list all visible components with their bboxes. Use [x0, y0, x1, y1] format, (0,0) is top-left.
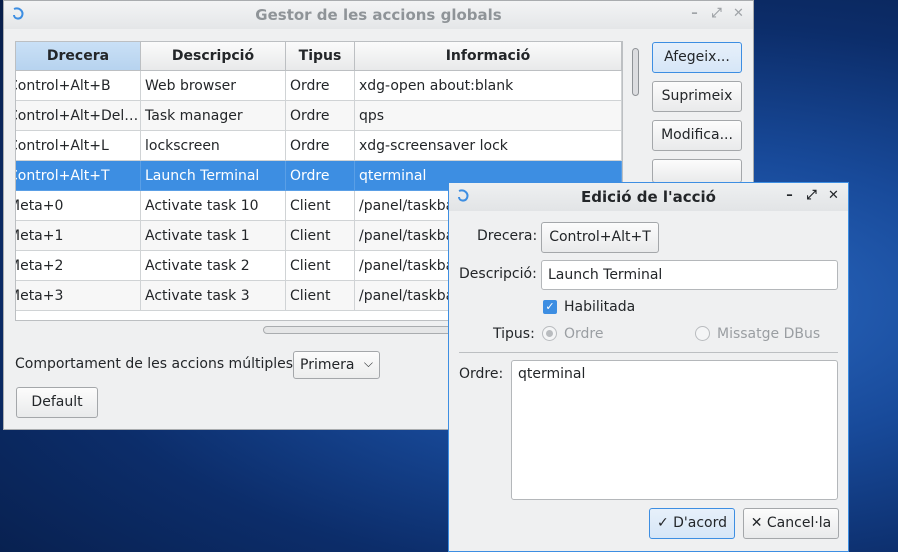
- column-header-type[interactable]: Tipus: [286, 42, 355, 71]
- horizontal-scroll-thumb[interactable]: [263, 326, 465, 334]
- command-textarea[interactable]: qterminal: [511, 360, 838, 500]
- cell-shortcut: Control+Alt+L: [16, 131, 141, 161]
- cell-info: xdg-open about:blank: [355, 71, 622, 101]
- more-button[interactable]: [652, 159, 742, 183]
- cell-description: Task manager: [141, 101, 286, 131]
- vertical-scroll-thumb[interactable]: [632, 48, 639, 96]
- shortcut-button[interactable]: Control+Alt+T: [541, 222, 659, 253]
- type-label: Tipus:: [493, 326, 535, 342]
- table-row[interactable]: Control+Alt+L lockscreen Ordre xdg-screensa…: [16, 131, 622, 161]
- multiple-actions-label: Comportament de les accions múltiples:: [15, 356, 298, 372]
- description-label: Descripció:: [459, 266, 537, 282]
- column-header-shortcut[interactable]: Drecera: [16, 42, 141, 71]
- maximize-icon[interactable]: ⤢: [710, 7, 723, 21]
- cell-type: Ordre: [286, 161, 355, 191]
- cell-description: Launch Terminal: [141, 161, 286, 191]
- cancel-x-icon: ✕: [750, 515, 763, 531]
- add-button[interactable]: Afegeix...: [652, 42, 742, 73]
- enabled-label: Habilitada: [564, 299, 636, 315]
- cell-type: Ordre: [286, 131, 355, 161]
- cell-type: Ordre: [286, 71, 355, 101]
- close-icon[interactable]: ✕: [827, 189, 840, 203]
- table-horizontal-scrollbar[interactable]: [15, 323, 465, 334]
- cell-description: Activate task 10: [141, 191, 286, 221]
- shortcut-label: Drecera:: [477, 228, 538, 244]
- check-icon: ✓: [656, 515, 669, 531]
- minimize-icon[interactable]: –: [688, 7, 701, 21]
- ok-button-label: D'acord: [673, 515, 728, 531]
- cell-shortcut: Control+Alt+T: [16, 161, 141, 191]
- modify-button[interactable]: Modifica...: [652, 120, 742, 151]
- cell-description: Activate task 2: [141, 251, 286, 281]
- cell-info: qps: [355, 101, 622, 131]
- column-header-description[interactable]: Descripció: [141, 42, 286, 71]
- multiple-actions-select[interactable]: Primera ⌵: [293, 351, 380, 379]
- chevron-down-icon: ⌵: [363, 356, 373, 370]
- minimize-icon[interactable]: –: [783, 189, 796, 203]
- cell-shortcut: Meta+2: [16, 251, 141, 281]
- table-row[interactable]: Control+Alt+Del… Task manager Ordre qps: [16, 101, 622, 131]
- default-button[interactable]: Default: [16, 387, 98, 418]
- cell-type: Client: [286, 281, 355, 311]
- cell-shortcut: Meta+1: [16, 221, 141, 251]
- cell-type: Ordre: [286, 101, 355, 131]
- cell-description: Activate task 1: [141, 221, 286, 251]
- cell-type: Client: [286, 221, 355, 251]
- separator: [459, 352, 838, 353]
- multiple-actions-value: Primera: [300, 357, 355, 373]
- cell-description: Web browser: [141, 71, 286, 101]
- cell-type: Client: [286, 251, 355, 281]
- cell-shortcut: Control+Alt+Del…: [16, 101, 141, 131]
- cell-info: xdg-screensaver lock: [355, 131, 622, 161]
- close-icon[interactable]: ✕: [732, 7, 745, 21]
- cancel-button[interactable]: ✕ Cancel·la: [743, 508, 839, 539]
- maximize-icon[interactable]: ⤢: [805, 189, 818, 203]
- cell-type: Client: [286, 191, 355, 221]
- table-row[interactable]: Control+Alt+B Web browser Ordre xdg-open ab…: [16, 71, 622, 101]
- type-command-label: Ordre: [564, 326, 604, 342]
- main-window-title: Gestor de les accions globals: [255, 6, 502, 24]
- edit-action-dialog: Edició de l'acció – ⤢ ✕ Drecera: Control…: [448, 182, 849, 552]
- ok-button[interactable]: ✓ D'acord: [649, 508, 735, 539]
- table-header: Drecera Descripció Tipus Informació: [16, 42, 622, 71]
- cell-description: Activate task 3: [141, 281, 286, 311]
- type-command-radio[interactable]: [542, 326, 557, 341]
- cell-description: lockscreen: [141, 131, 286, 161]
- cell-shortcut: Meta+3: [16, 281, 141, 311]
- enabled-checkbox[interactable]: ✓: [543, 300, 557, 314]
- cell-shortcut: Meta+0: [16, 191, 141, 221]
- type-dbus-radio[interactable]: [695, 326, 710, 341]
- description-input[interactable]: Launch Terminal: [541, 260, 838, 290]
- cancel-button-label: Cancel·la: [766, 515, 832, 531]
- dialog-titlebar[interactable]: Edició de l'acció – ⤢ ✕: [449, 183, 848, 211]
- column-header-info[interactable]: Informació: [355, 42, 622, 71]
- main-titlebar[interactable]: Gestor de les accions globals – ⤢ ✕: [4, 1, 753, 29]
- command-label: Ordre:: [459, 366, 504, 382]
- type-dbus-label: Missatge DBus: [717, 326, 821, 342]
- cell-shortcut: Control+Alt+B: [16, 71, 141, 101]
- remove-button[interactable]: Suprimeix: [652, 81, 742, 112]
